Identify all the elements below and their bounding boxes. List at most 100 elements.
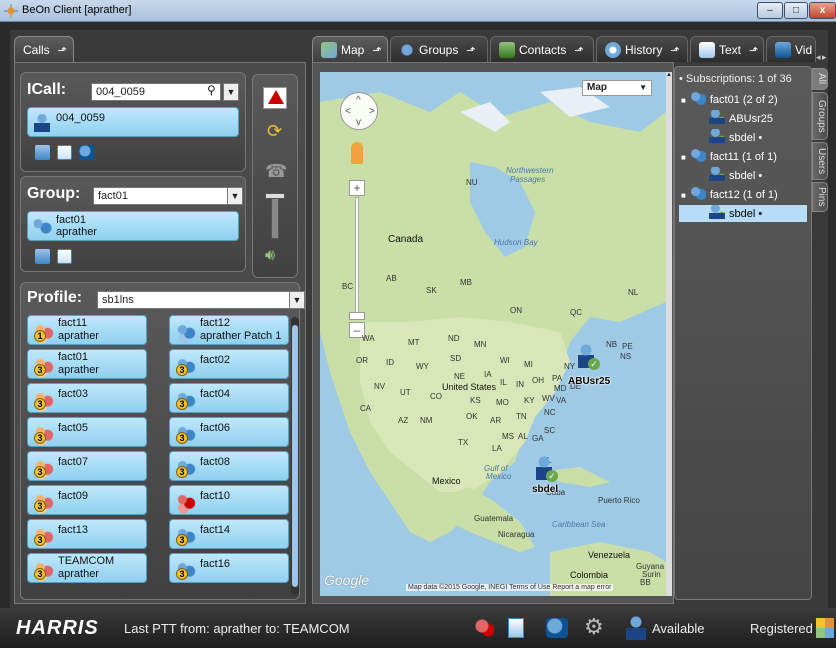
map-label: BC: [342, 282, 354, 291]
contacts-icon[interactable]: [79, 145, 94, 160]
zoom-in-button[interactable]: +: [349, 180, 365, 196]
vtab-pins[interactable]: Pins: [812, 182, 828, 212]
emergency-button[interactable]: [263, 87, 287, 109]
tree-user-node[interactable]: ABUsr25: [709, 110, 773, 127]
search-icon[interactable]: ⚲: [207, 83, 216, 97]
map-label: BB: [640, 578, 651, 587]
refresh-icon[interactable]: ⟳: [267, 121, 282, 142]
map-scrollbar[interactable]: ▲: [666, 72, 672, 596]
tree-node-label: sbdel •: [729, 132, 763, 144]
group-select[interactable]: fact01: [93, 187, 229, 205]
map-view[interactable]: Map ▼ ^ < > v + – Northwestern Passages …: [320, 72, 666, 596]
profile-group-card[interactable]: fact10: [169, 485, 289, 515]
popout-icon[interactable]: ⬏: [749, 38, 758, 64]
tab-text[interactable]: Text ⬏: [690, 36, 764, 62]
tab-scroll-right-icon[interactable]: ▸: [822, 52, 827, 63]
tree-user-node[interactable]: sbdel •: [709, 167, 762, 184]
user-status-icon[interactable]: [626, 616, 646, 640]
text-message-icon[interactable]: [57, 249, 72, 264]
map-attribution[interactable]: Map data ©2015 Google, INEGI Terms of Us…: [406, 584, 614, 591]
profile-group-card[interactable]: 3 fact04: [169, 383, 289, 413]
scroll-up-icon[interactable]: ▲: [666, 72, 672, 78]
vtab-users[interactable]: Users: [812, 142, 828, 180]
profile-group-card[interactable]: 3 fact13: [27, 519, 147, 549]
popout-icon[interactable]: ⬏: [466, 38, 475, 64]
maximize-button[interactable]: □: [784, 2, 808, 19]
availability-status[interactable]: Available: [652, 621, 705, 636]
text-message-icon[interactable]: [508, 618, 524, 638]
tab-calls[interactable]: Calls ⬏: [14, 36, 74, 62]
tree-user-node[interactable]: sbdel •: [679, 205, 807, 222]
end-call-icon[interactable]: ☎: [265, 161, 287, 182]
tree-user-node[interactable]: sbdel •: [709, 129, 762, 146]
emergency-group-icon[interactable]: [474, 618, 494, 638]
profile-group-name: fact06: [200, 422, 230, 434]
phonebook-icon[interactable]: [35, 145, 50, 160]
profile-group-card[interactable]: 3 fact06: [169, 417, 289, 447]
scrollbar-thumb[interactable]: [292, 325, 298, 587]
pan-down-icon[interactable]: v: [356, 117, 361, 129]
profile-group-card[interactable]: 3 fact05: [27, 417, 147, 447]
profile-group-user: aprather: [58, 364, 99, 376]
ptt-controls-panel: ⟳ ☎ 🔊︎: [252, 74, 298, 278]
tab-groups[interactable]: Groups ⬏: [390, 36, 488, 62]
tree-group-node[interactable]: ■ fact01 (2 of 2): [681, 91, 778, 109]
profile-group-card[interactable]: 3 fact07: [27, 451, 147, 481]
popout-icon[interactable]: ⬏: [58, 38, 67, 64]
profile-group-card[interactable]: 3 fact03: [27, 383, 147, 413]
tab-contacts[interactable]: Contacts ⬏: [490, 36, 594, 62]
tree-group-node[interactable]: ■ fact12 (1 of 1): [681, 186, 778, 204]
pan-left-icon[interactable]: <: [345, 106, 351, 118]
profile-group-card[interactable]: 1 fact11 aprather: [27, 315, 147, 345]
text-message-icon[interactable]: [57, 145, 72, 160]
phonebook-icon[interactable]: [35, 249, 50, 264]
scrollbar[interactable]: [291, 317, 299, 595]
map-type-select[interactable]: Map ▼: [582, 80, 652, 96]
map-marker[interactable]: ✓: [576, 344, 602, 376]
expander-icon[interactable]: ■: [681, 153, 686, 162]
tab-history[interactable]: History ⬏: [596, 36, 688, 62]
map-label: Guatemala: [474, 514, 514, 523]
zoom-slider[interactable]: [355, 197, 359, 317]
gear-icon[interactable]: ⚙: [584, 614, 604, 640]
pan-up-icon[interactable]: ^: [356, 95, 361, 107]
popout-icon[interactable]: ⬏: [574, 38, 583, 64]
expander-icon[interactable]: ■: [681, 96, 686, 105]
profile-dropdown-button[interactable]: ▼: [289, 291, 305, 309]
tab-scroll-left-icon[interactable]: ◂: [816, 52, 821, 63]
tab-video[interactable]: Vid: [766, 36, 816, 62]
icall-contact-card[interactable]: 004_0059: [27, 107, 239, 137]
profile-group-card[interactable]: 3 fact01 aprather: [27, 349, 147, 379]
expander-icon[interactable]: ■: [681, 191, 686, 200]
pan-control[interactable]: ^ < > v: [340, 92, 378, 130]
group-dropdown-button[interactable]: ▼: [227, 187, 243, 205]
profile-group-card[interactable]: 3 fact16: [169, 553, 289, 583]
contacts-icon[interactable]: [546, 618, 568, 638]
profile-group-card[interactable]: 3 fact09: [27, 485, 147, 515]
icall-panel: ICall: 004_0059 ⚲ ▼ 004_0059: [20, 72, 246, 172]
group-card-name: fact01: [56, 214, 86, 226]
group-card[interactable]: fact01 aprather: [27, 211, 239, 241]
zoom-slider-thumb[interactable]: [349, 312, 365, 320]
profile-group-card[interactable]: 3 fact08: [169, 451, 289, 481]
popout-icon[interactable]: ⬏: [372, 38, 381, 64]
street-view-pegman-icon[interactable]: [351, 142, 363, 164]
profile-group-card[interactable]: 3 TEAMCOM aprather: [27, 553, 147, 583]
profile-group-card[interactable]: 3 fact02: [169, 349, 289, 379]
profile-group-card[interactable]: 3 fact14: [169, 519, 289, 549]
minimize-button[interactable]: –: [757, 2, 783, 19]
tab-map[interactable]: Map ⬏: [312, 36, 388, 62]
vtab-all[interactable]: All: [812, 68, 828, 90]
volume-slider[interactable]: [271, 195, 279, 239]
tree-group-node[interactable]: ■ fact11 (1 of 1): [681, 148, 777, 166]
pan-right-icon[interactable]: >: [369, 106, 375, 118]
icall-dropdown-button[interactable]: ▼: [223, 83, 239, 101]
icall-input[interactable]: 004_0059: [91, 83, 221, 101]
volume-slider-thumb[interactable]: [265, 193, 285, 199]
speaker-icon[interactable]: 🔊︎: [265, 247, 275, 265]
profile-group-card[interactable]: fact12 aprather Patch 1: [169, 315, 289, 345]
popout-icon[interactable]: ⬏: [670, 38, 679, 64]
close-button[interactable]: x: [809, 2, 836, 19]
map-label: MD: [554, 384, 567, 393]
vtab-groups[interactable]: Groups: [812, 92, 828, 140]
